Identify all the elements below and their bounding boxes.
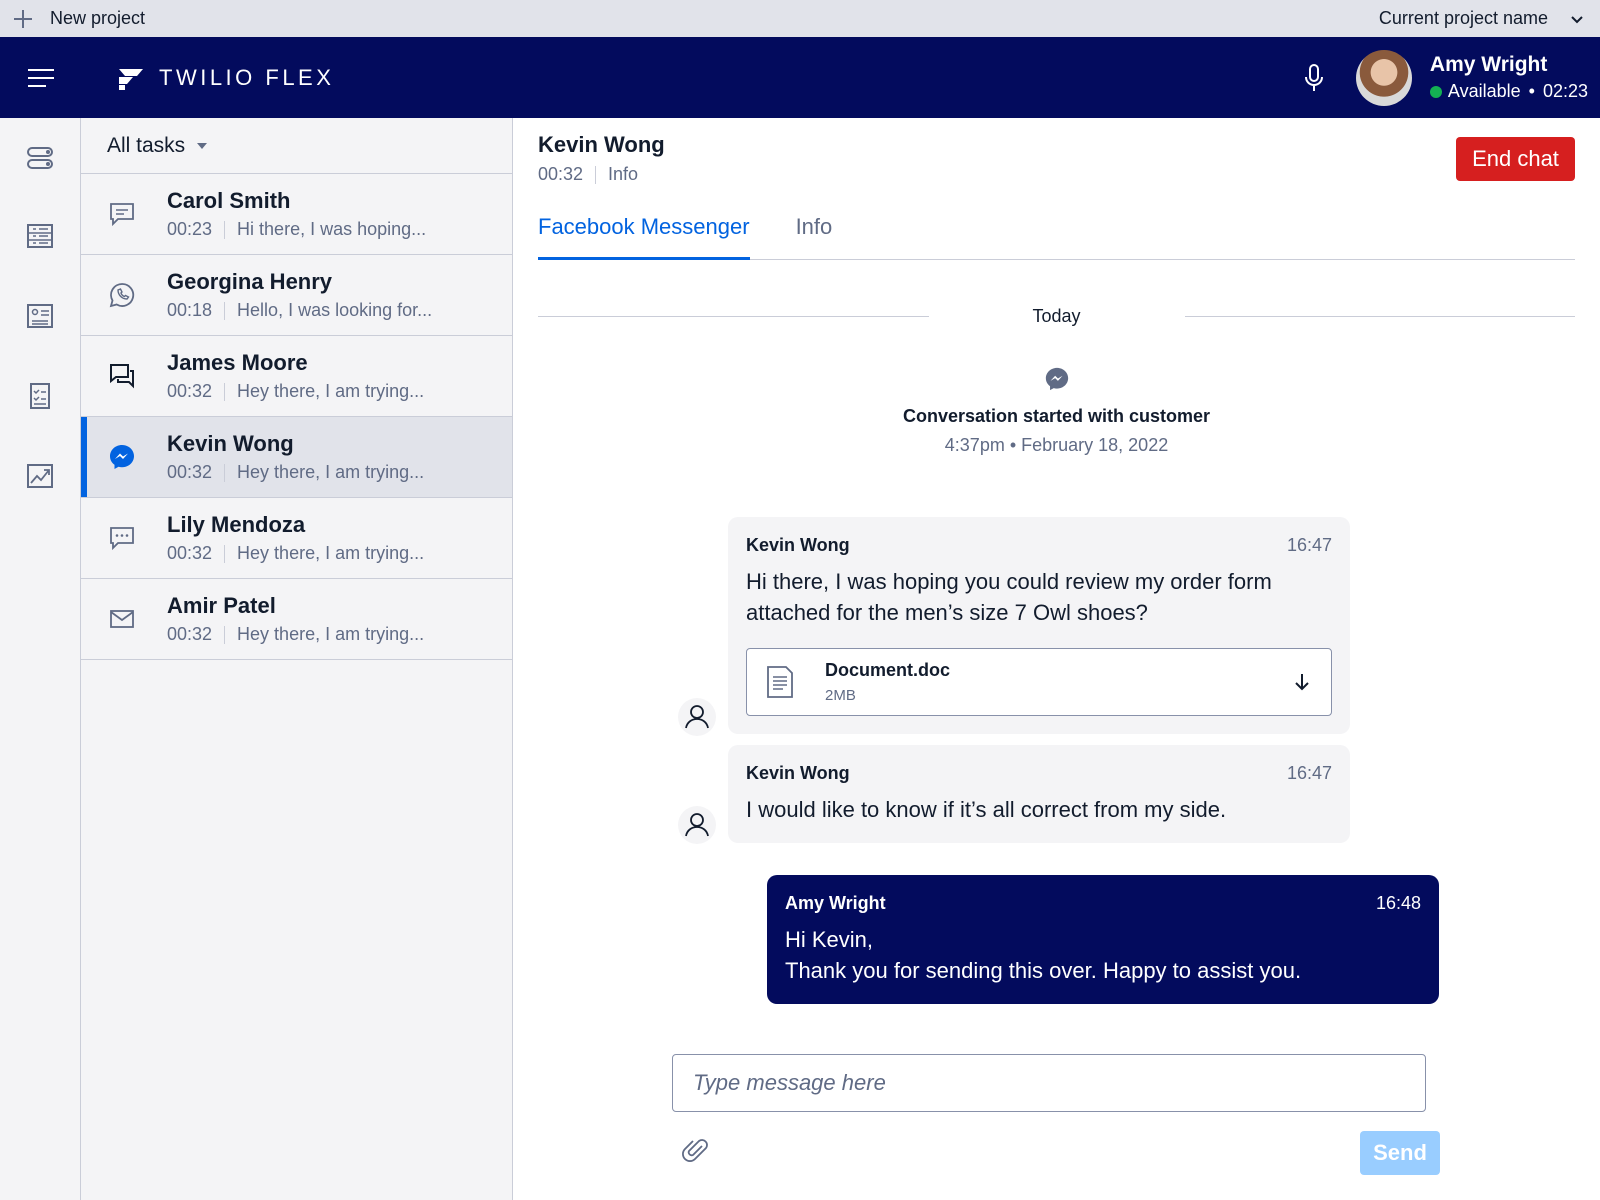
- message-author: Amy Wright: [785, 893, 886, 913]
- message-input[interactable]: [672, 1054, 1426, 1112]
- new-project-button[interactable]: New project: [50, 8, 145, 29]
- started-text: Conversation started with customer: [902, 406, 1211, 426]
- message-time: 16:48: [1375, 893, 1421, 913]
- task-name: James Moore: [167, 350, 308, 375]
- task-time: 00:18: [167, 300, 213, 320]
- hamburger-menu-icon[interactable]: [27, 67, 55, 89]
- task-time: 00:23: [167, 219, 213, 239]
- message-time: 16:47: [1286, 535, 1332, 555]
- end-chat-button[interactable]: End chat: [1456, 137, 1575, 181]
- user-name: Amy Wright: [1429, 53, 1548, 76]
- task-item-james-moore[interactable]: James Moore 00:32 Hey there, I am trying.…: [81, 336, 512, 417]
- attachment-card[interactable]: Document.doc 2MB: [746, 648, 1332, 716]
- analytics-chart-icon[interactable]: [26, 462, 54, 490]
- task-preview: Hey there, I am trying...: [237, 543, 425, 563]
- status-dot-icon: [1429, 85, 1442, 98]
- info-link[interactable]: Info: [608, 164, 638, 185]
- customer-avatar-icon: [678, 698, 716, 736]
- task-name: Kevin Wong: [167, 431, 294, 456]
- toggle-icon[interactable]: [26, 144, 54, 172]
- checklist-icon[interactable]: [26, 382, 54, 410]
- message-line: Hi Kevin,: [785, 927, 874, 952]
- message-time: 16:47: [1286, 763, 1332, 783]
- task-filter-label: All tasks: [107, 133, 186, 157]
- attachment-size: 2MB: [825, 687, 856, 704]
- messenger-icon: [110, 445, 134, 469]
- task-time: 00:32: [167, 462, 213, 482]
- conversation-meta: 00:32 Info: [538, 164, 638, 185]
- conversation-started-notice: Conversation started with customer 4:37p…: [538, 366, 1575, 456]
- message-bubble: Kevin Wong 16:47 I would like to know if …: [728, 745, 1350, 843]
- day-divider-label: Today: [1032, 306, 1081, 326]
- task-time: 00:32: [167, 381, 213, 401]
- document-icon: [767, 666, 793, 698]
- user-status: Available • 02:23: [1429, 81, 1588, 102]
- task-preview: Hey there, I am trying...: [237, 624, 425, 644]
- task-name: Carol Smith: [167, 188, 291, 213]
- message-author: Kevin Wong: [746, 763, 850, 783]
- elapsed-time: 00:32: [538, 164, 584, 184]
- day-divider: Today: [538, 306, 1575, 327]
- task-item-amir-patel[interactable]: Amir Patel 00:32 Hey there, I am trying..…: [81, 579, 512, 660]
- side-navigation: [0, 118, 81, 1200]
- status-label: Available: [1447, 81, 1521, 101]
- user-status-block[interactable]: Amy Wright Available • 02:23: [1429, 53, 1588, 102]
- task-preview: Hey there, I am trying...: [237, 381, 425, 401]
- message-author: Kevin Wong: [746, 535, 850, 555]
- started-date: 4:37pm • February 18, 2022: [944, 435, 1169, 455]
- project-bar: New project Current project name: [0, 0, 1600, 37]
- current-project-selector[interactable]: Current project name: [1379, 8, 1600, 29]
- paperclip-icon[interactable]: [682, 1136, 710, 1164]
- task-time: 00:32: [167, 624, 213, 644]
- status-separator: •: [1528, 81, 1535, 101]
- attachment-name: Document.doc: [825, 660, 951, 680]
- message-text: I would like to know if it’s all correct…: [746, 797, 1227, 822]
- agent-message-bubble: Amy Wright 16:48 Hi Kevin, Thank you for …: [767, 875, 1439, 1004]
- contact-card-icon[interactable]: [26, 302, 54, 330]
- conversation-panel: Kevin Wong 00:32 Info End chat Facebook …: [514, 118, 1600, 1200]
- download-icon[interactable]: [1291, 671, 1313, 693]
- app-header: TWILIO FLEX Amy Wright Available • 02:23: [0, 37, 1600, 118]
- caret-down-icon: [197, 142, 208, 149]
- current-project-label: Current project name: [1378, 8, 1548, 28]
- customer-name: Kevin Wong: [538, 132, 665, 157]
- message-bubble: Kevin Wong 16:47 Hi there, I was hoping y…: [728, 517, 1350, 734]
- brand-name: TWILIO FLEX: [159, 64, 335, 90]
- whatsapp-icon: [109, 283, 135, 308]
- task-item-georgina-henry[interactable]: Georgina Henry 00:18 Hello, I was looking…: [81, 255, 512, 336]
- conversations-icon: [110, 364, 134, 389]
- task-item-kevin-wong[interactable]: Kevin Wong 00:32 Hey there, I am trying..…: [81, 417, 512, 498]
- plus-icon[interactable]: [12, 8, 34, 30]
- messenger-icon: [1045, 367, 1068, 391]
- sms-icon: [110, 527, 134, 551]
- task-preview: Hello, I was looking for...: [237, 300, 433, 320]
- task-name: Lily Mendoza: [167, 512, 306, 537]
- email-icon: [110, 610, 134, 628]
- tab-facebook-messenger[interactable]: Facebook Messenger: [538, 210, 750, 260]
- send-button[interactable]: Send: [1360, 1131, 1440, 1175]
- conversation-tabs: Facebook Messenger Info: [538, 210, 1575, 260]
- task-name: Georgina Henry: [167, 269, 333, 294]
- brand-logo: TWILIO FLEX: [117, 65, 334, 91]
- user-avatar[interactable]: [1355, 49, 1412, 106]
- task-time: 00:32: [167, 543, 213, 563]
- customer-avatar-icon: [678, 806, 716, 844]
- task-list-panel: All tasks Carol Smith 00:23 Hi there, I w…: [81, 118, 513, 1200]
- message-line: Thank you for sending this over. Happy t…: [785, 958, 1302, 983]
- chevron-down-icon: [1571, 15, 1583, 23]
- task-item-lily-mendoza[interactable]: Lily Mendoza 00:32 Hey there, I am trying…: [81, 498, 512, 579]
- microphone-icon[interactable]: [1302, 63, 1326, 93]
- message-text: Hi Kevin, Thank you for sending this ove…: [785, 924, 1421, 986]
- tab-info[interactable]: Info: [796, 210, 833, 260]
- task-name: Amir Patel: [167, 593, 276, 618]
- status-timer: 02:23: [1542, 81, 1588, 101]
- task-preview: Hi there, I was hoping...: [237, 219, 427, 239]
- task-filter-dropdown[interactable]: All tasks: [81, 118, 512, 174]
- queue-list-icon[interactable]: [26, 222, 54, 250]
- message-text: Hi there, I was hoping you could review …: [746, 569, 1272, 625]
- task-item-carol-smith[interactable]: Carol Smith 00:23 Hi there, I was hoping.…: [81, 174, 512, 255]
- task-preview: Hey there, I am trying...: [237, 462, 425, 482]
- twilio-flex-logo-icon: [119, 68, 143, 90]
- chat-icon: [110, 203, 134, 227]
